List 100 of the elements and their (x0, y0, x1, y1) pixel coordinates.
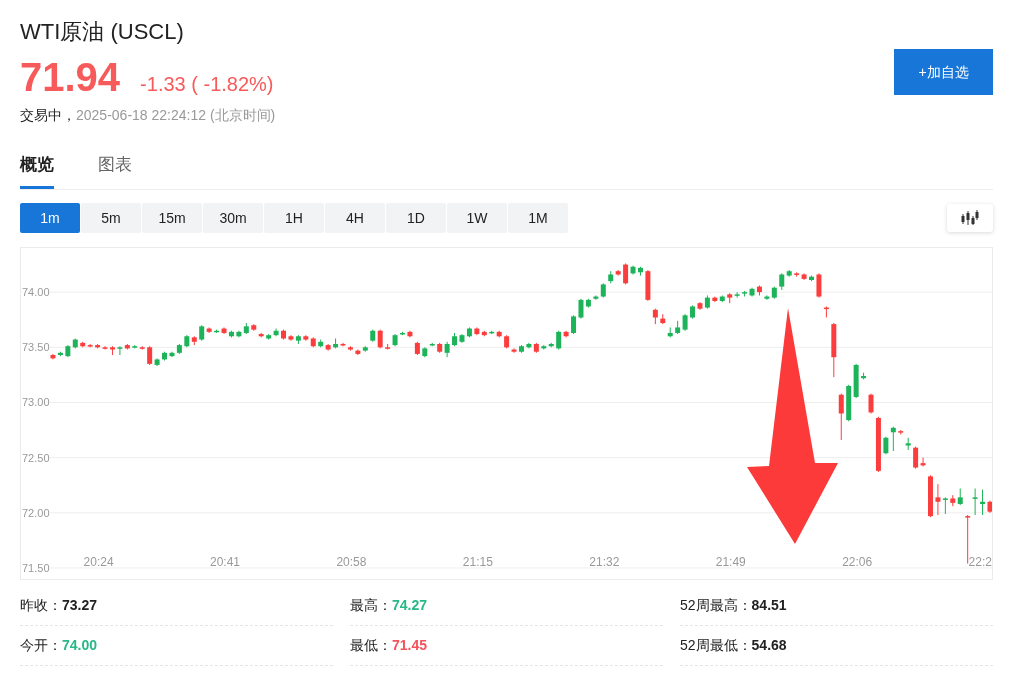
stat-label: 今开： (20, 636, 62, 655)
interval-tab[interactable]: 15m (142, 203, 202, 233)
interval-tab[interactable]: 1D (386, 203, 446, 233)
rising-candle (556, 330, 562, 350)
interval-tab[interactable]: 1M (508, 203, 568, 233)
rising-candle (719, 294, 725, 303)
y-axis-label: 72.50 (22, 451, 50, 464)
falling-candle (727, 292, 733, 304)
rising-candle (905, 437, 911, 451)
rising-candle (861, 372, 867, 380)
rising-candle (154, 357, 160, 367)
x-axis-label: 20:58 (336, 555, 367, 569)
interval-tab[interactable]: 1m (20, 203, 80, 233)
falling-candle (124, 343, 130, 350)
rising-candle (957, 488, 963, 506)
x-axis-label: 20:24 (83, 555, 114, 569)
stat-label: 昨收： (20, 596, 62, 615)
falling-candle (816, 272, 822, 299)
y-axis-label: 74.00 (22, 286, 50, 299)
rising-candle (489, 330, 495, 335)
interval-tab[interactable]: 1H (264, 203, 324, 233)
falling-candle (281, 329, 286, 341)
interval-tab[interactable]: 1W (447, 203, 507, 233)
rising-candle (667, 326, 673, 338)
last-price: 71.94 (20, 55, 121, 99)
falling-candle (385, 343, 391, 350)
falling-candle (935, 483, 941, 516)
rising-candle (942, 496, 948, 515)
candlestick-icon (961, 210, 979, 226)
rising-candle (526, 342, 532, 349)
falling-candle (950, 494, 956, 507)
falling-candle (756, 285, 762, 296)
rising-candle (184, 334, 190, 348)
rising-candle (734, 291, 740, 299)
rising-candle (972, 488, 978, 516)
stat-label: 52周最高： (680, 596, 752, 615)
interval-tab[interactable]: 30m (203, 203, 263, 233)
falling-candle (697, 301, 703, 311)
rising-candle (117, 345, 123, 356)
falling-candle (838, 393, 844, 441)
rising-candle (57, 351, 63, 357)
falling-candle (139, 345, 145, 350)
y-axis-label: 73.50 (22, 341, 50, 354)
y-axis-label: 72.00 (22, 506, 50, 519)
rising-candle (392, 333, 398, 347)
rising-candle (519, 344, 524, 354)
x-axis-label: 21:32 (589, 555, 620, 569)
falling-candle (965, 514, 971, 565)
y-axis-label: 73.00 (22, 396, 50, 409)
chart-style-button[interactable] (947, 204, 993, 232)
falling-candle (355, 349, 361, 356)
falling-candle (533, 342, 539, 354)
quote-time: 2025-06-18 22:24:12 (北京时间) (76, 106, 276, 125)
falling-candle (437, 342, 443, 354)
stat-label: 52周最低： (680, 636, 752, 655)
rising-candle (704, 294, 710, 310)
falling-candle (712, 296, 718, 303)
y-axis-label: 71.50 (22, 561, 50, 574)
rising-candle (444, 341, 450, 358)
x-axis-label: 22:2 (968, 555, 992, 569)
falling-candle (206, 326, 212, 334)
falling-candle (147, 345, 153, 366)
interval-tab[interactable]: 5m (81, 203, 141, 233)
falling-candle (660, 313, 666, 325)
stat-value: 71.45 (392, 636, 428, 655)
falling-candle (191, 335, 197, 346)
x-axis-label: 21:15 (462, 555, 493, 569)
falling-candle (377, 329, 383, 349)
falling-candle (652, 308, 658, 325)
stat-value: 54.68 (751, 636, 787, 655)
rising-candle (690, 304, 696, 320)
falling-candle (875, 416, 881, 473)
stat-label: 最高： (350, 596, 392, 615)
price-change: -1.33 ( -1.82%) (140, 72, 274, 97)
trading-status: 交易中， (20, 106, 76, 125)
falling-candle (823, 306, 829, 318)
rising-candle (370, 329, 376, 343)
add-to-watchlist-button[interactable]: +加自选 (894, 49, 993, 95)
falling-candle (831, 322, 837, 378)
x-axis-label: 22:06 (842, 555, 873, 569)
x-axis-label: 21:49 (715, 555, 746, 569)
falling-candle (623, 262, 629, 285)
instrument-title: WTI原油 (USCL) (20, 18, 185, 46)
rising-candle (214, 329, 220, 334)
falling-candle (407, 330, 413, 338)
stat-label: 最低： (350, 636, 392, 655)
rising-candle (809, 275, 814, 282)
falling-candle (615, 269, 621, 277)
rising-candle (295, 334, 301, 345)
interval-tab[interactable]: 4H (325, 203, 385, 233)
tab[interactable]: 图表 (98, 153, 132, 189)
rising-candle (318, 339, 324, 348)
tab[interactable]: 概览 (20, 153, 54, 189)
falling-candle (987, 500, 992, 514)
rising-candle (228, 330, 234, 338)
falling-candle (868, 393, 874, 414)
rising-candle (400, 331, 405, 336)
falling-candle (928, 474, 933, 518)
falling-candle (898, 429, 904, 435)
stat-value: 74.00 (62, 636, 98, 655)
